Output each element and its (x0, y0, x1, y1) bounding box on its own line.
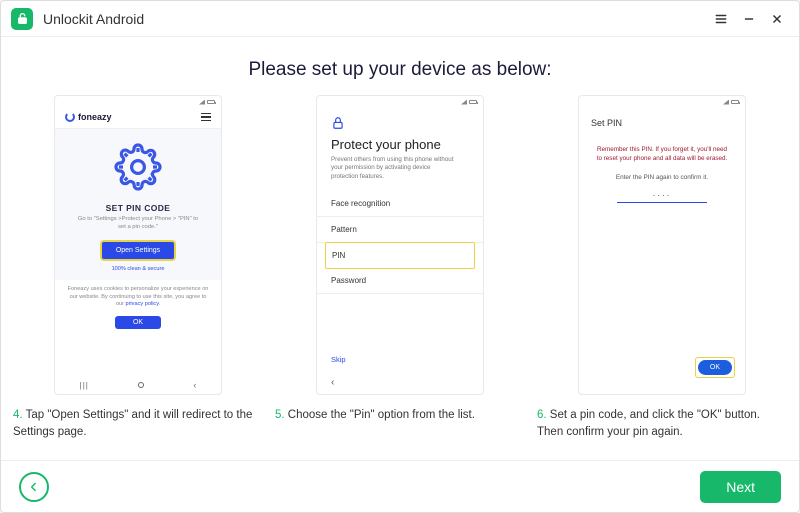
privacy-policy-link: privacy policy (125, 301, 158, 307)
pin-input: ···· (617, 191, 707, 203)
step-4-body: Tap "Open Settings" and it will redirect… (13, 409, 252, 438)
app-logo-icon (11, 8, 33, 30)
phone3-ok-button: OK (698, 360, 732, 375)
next-button[interactable]: Next (700, 471, 781, 503)
phone1-header: foneazy (55, 108, 221, 129)
open-settings-button: Open Settings (101, 241, 175, 260)
footer-bar: Next (1, 460, 799, 512)
step-5-body: Choose the "Pin" option from the list. (285, 409, 475, 421)
phone1-title: SET PIN CODE (65, 203, 211, 213)
close-icon[interactable] (765, 7, 789, 31)
option-password: Password (317, 268, 483, 294)
phone3-instruction: Enter the PIN again to confirm it. (591, 174, 733, 181)
phone-mock-3: Set PIN Remember this PIN. If you forget… (578, 95, 746, 395)
step-column-5: Protect your phone Prevent others from u… (275, 95, 525, 440)
option-face-recognition: Face recognition (317, 191, 483, 217)
foneazy-brand-text: foneazy (78, 112, 112, 122)
title-bar: Unlockit Android (1, 1, 799, 37)
page-heading: Please set up your device as below: (1, 59, 799, 81)
phone2-body: Protect your phone Prevent others from u… (317, 108, 483, 302)
phone3-header: Set PIN (591, 118, 733, 128)
cookie-ok-button: OK (115, 316, 161, 329)
status-bar (317, 96, 483, 108)
lock-options-list: Face recognition Pattern PIN Password (317, 191, 483, 294)
ok-button-highlight: OK (695, 357, 735, 378)
step-column-6: Set PIN Remember this PIN. If you forget… (537, 95, 787, 440)
back-icon: ‹ (331, 377, 334, 388)
step-6-text: 6. Set a pin code, and click the "OK" bu… (537, 407, 787, 440)
back-button[interactable] (19, 472, 49, 502)
phone-mock-2: Protect your phone Prevent others from u… (316, 95, 484, 395)
lock-icon (331, 116, 469, 133)
android-navbar: ||| ‹ (55, 380, 221, 390)
phone3-warning: Remember this PIN. If you forget it, you… (591, 146, 733, 174)
step-6-body: Set a pin code, and click the "OK" butto… (537, 409, 760, 438)
app-window: Unlockit Android Please set up your devi… (0, 0, 800, 513)
minimize-icon[interactable] (737, 7, 761, 31)
skip-link: Skip (331, 355, 346, 364)
status-bar (55, 96, 221, 108)
foneazy-logo: foneazy (65, 112, 112, 122)
phone-mock-1: foneazy SET PIN CODE Go to "Settings >Pr… (54, 95, 222, 395)
option-pin: PIN (325, 242, 475, 269)
phone1-tagline: 100% clean & secure (65, 266, 211, 272)
phone2-title: Protect your phone (331, 137, 469, 152)
phone2-description: Prevent others from using this phone wit… (331, 156, 469, 181)
phone1-subtitle: Go to "Settings >Protect your Phone > "P… (65, 216, 211, 241)
back-icon: ‹ (193, 380, 196, 390)
menu-icon[interactable] (709, 7, 733, 31)
recent-apps-icon: ||| (80, 381, 89, 390)
step-5-number: 5. (275, 409, 285, 421)
gear-icon (114, 143, 162, 191)
phone1-body: SET PIN CODE Go to "Settings >Protect yo… (55, 129, 221, 280)
step-5-text: 5. Choose the "Pin" option from the list… (275, 407, 475, 424)
home-icon (138, 382, 144, 388)
step-4-text: 4. Tap "Open Settings" and it will redir… (13, 407, 263, 440)
status-bar (579, 96, 745, 108)
step-column-4: foneazy SET PIN CODE Go to "Settings >Pr… (13, 95, 263, 440)
hamburger-icon (201, 113, 211, 122)
step-4-number: 4. (13, 409, 23, 421)
step-6-number: 6. (537, 409, 547, 421)
instruction-columns: foneazy SET PIN CODE Go to "Settings >Pr… (1, 95, 799, 440)
phone3-body: Set PIN Remember this PIN. If you forget… (579, 108, 745, 217)
main-content: Please set up your device as below: fone… (1, 37, 799, 460)
cookie-notice: Foneazy uses cookies to personalize your… (55, 280, 221, 313)
app-title: Unlockit Android (43, 11, 144, 27)
foneazy-logo-icon (65, 112, 75, 122)
option-pattern: Pattern (317, 217, 483, 243)
